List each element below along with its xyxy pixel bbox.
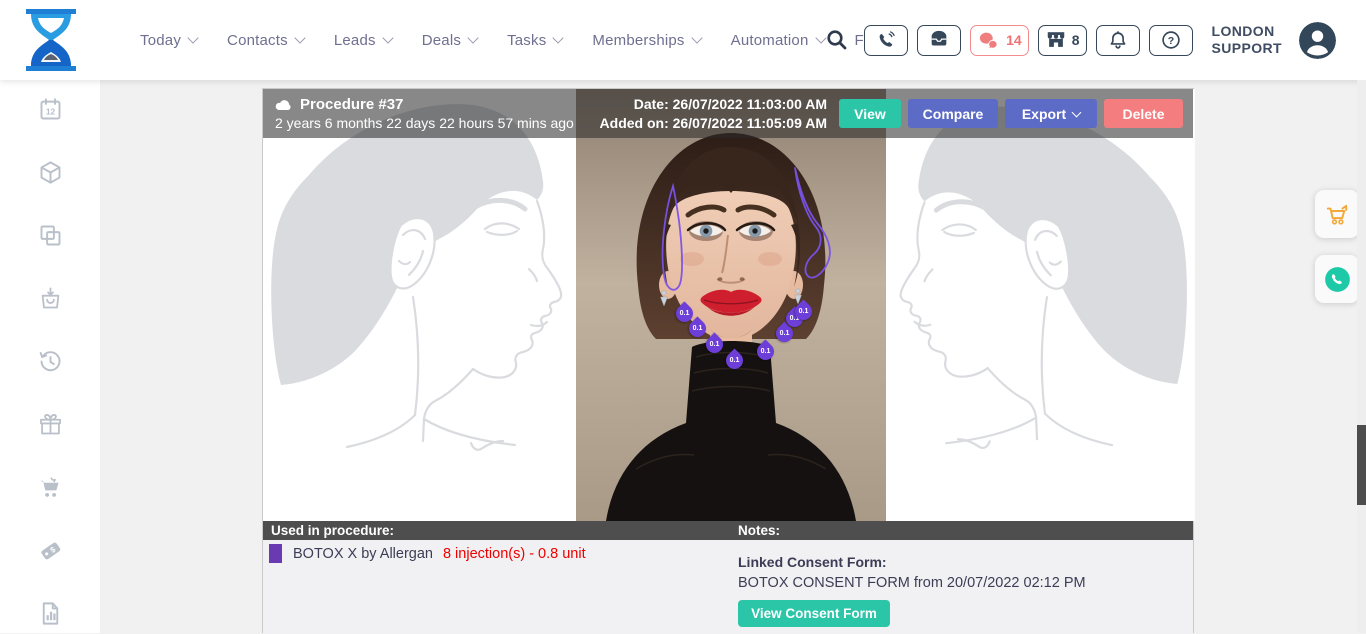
nav-item-memberships[interactable]: Memberships [592,32,700,49]
used-in-procedure-header: Used in procedure: [271,521,394,540]
view-button[interactable]: View [839,99,901,128]
phone-icon [875,29,897,51]
package-icon[interactable] [37,159,64,186]
chevron-down-icon [382,32,393,43]
profile-diagram-left [263,89,576,521]
export-button[interactable]: Export [1005,99,1097,128]
cart-fab-button[interactable] [1315,190,1359,238]
section-content: BOTOX X by Allergan 8 injection(s) - 0.8… [263,540,1193,634]
product-name: BOTOX X by Allergan [293,546,433,562]
cloud-icon [275,98,292,111]
scrollbar-thumb[interactable] [1357,425,1366,505]
chat-count-badge: 14 [1006,32,1022,48]
history-icon[interactable] [37,348,64,375]
top-bar: Today Contacts Leads Deals Tasks Members… [0,0,1366,80]
notes-column: Linked Consent Form: BOTOX CONSENT FORM … [738,554,1086,627]
cart-icon [1324,201,1350,227]
profile-diagram-right [886,89,1195,521]
procedure-age: 2 years 6 months 22 days 22 hours 57 min… [275,115,600,131]
search-icon[interactable] [825,28,849,52]
procedure-dates: Date: 26/07/2022 11:03:00 AM Added on: 2… [600,95,827,133]
procedure-header: Procedure #37 2 years 6 months 22 days 2… [263,89,1193,138]
topbar-actions: 14 8 ? LONDON [825,0,1336,80]
chat-messages-button[interactable]: 14 [970,25,1029,56]
compare-button[interactable]: Compare [908,99,998,128]
user-avatar[interactable] [1299,22,1336,59]
procedure-date: Date: 26/07/2022 11:03:00 AM [600,95,827,114]
consent-form-text: BOTOX CONSENT FORM from 20/07/2022 02:12… [738,575,1086,591]
calendar-icon[interactable]: 12 [37,96,64,123]
injection-point-marker[interactable]: 0.1 [722,348,746,372]
nav-item-tasks[interactable]: Tasks [507,32,562,49]
injection-point-marker[interactable]: 0.1 [791,299,815,323]
injection-point-marker[interactable]: 0.1 [753,339,777,363]
store-button[interactable]: 8 [1038,25,1087,56]
nav-item-automation[interactable]: Automation [731,32,825,49]
app-logo-icon[interactable] [22,6,80,74]
chevron-down-icon [553,32,564,43]
phone-icon [1324,266,1351,293]
chevron-down-icon [691,32,702,43]
chevron-down-icon [1072,107,1082,117]
nav-item-leads[interactable]: Leads [334,32,392,49]
svg-text:12: 12 [45,107,55,117]
procedure-photo: 0.10.10.10.10.10.10.10.1 [576,89,886,521]
injection-points-layer: 0.10.10.10.10.10.10.10.1 [576,89,886,521]
bag-download-icon[interactable] [37,285,64,312]
chat-icon [977,29,1001,51]
product-color-swatch [269,544,282,563]
bell-icon [1107,29,1129,51]
price-tag-icon[interactable]: $ [37,537,64,564]
store-icon [1045,29,1067,51]
procedure-title: Procedure #37 [300,96,403,113]
cart-icon[interactable] [37,474,64,501]
chevron-down-icon [294,32,305,43]
notifications-button[interactable] [1096,25,1140,56]
inbox-icon [928,29,950,51]
account-name: LONDON SUPPORT [1212,23,1282,57]
nav-item-today[interactable]: Today [140,32,197,49]
nav-item-contacts[interactable]: Contacts [227,32,304,49]
nav-item-deals[interactable]: Deals [422,32,477,49]
procedure-added: Added on: 26/07/2022 11:05:09 AM [600,114,827,133]
copy-icon[interactable] [37,222,64,249]
main-navigation: Today Contacts Leads Deals Tasks Members… [140,0,887,80]
store-count-badge: 8 [1072,32,1080,48]
help-icon: ? [1160,29,1182,51]
left-sidebar: 12 $ [0,80,100,633]
procedure-card: 0.10.10.10.10.10.10.10.1 Procedure #37 2… [262,88,1194,633]
scrollbar-track[interactable] [1357,80,1366,633]
svg-text:?: ? [1167,35,1173,47]
inbox-button[interactable] [917,25,961,56]
call-fab-button[interactable] [1315,255,1359,303]
delete-button[interactable]: Delete [1104,99,1183,128]
view-consent-form-button[interactable]: View Consent Form [738,600,890,627]
help-button[interactable]: ? [1149,25,1193,56]
phone-calls-button[interactable] [864,25,908,56]
injection-point-marker[interactable]: 0.1 [702,332,726,356]
section-header-bar: Used in procedure: Notes: [263,521,1193,540]
notes-header: Notes: [738,521,780,540]
chevron-down-icon [187,32,198,43]
report-icon[interactable] [37,600,64,627]
chevron-down-icon [467,32,478,43]
used-product-row: BOTOX X by Allergan 8 injection(s) - 0.8… [269,544,586,563]
product-usage: 8 injection(s) - 0.8 unit [443,546,586,562]
linked-consent-label: Linked Consent Form: [738,554,1086,570]
gift-icon[interactable] [37,411,64,438]
